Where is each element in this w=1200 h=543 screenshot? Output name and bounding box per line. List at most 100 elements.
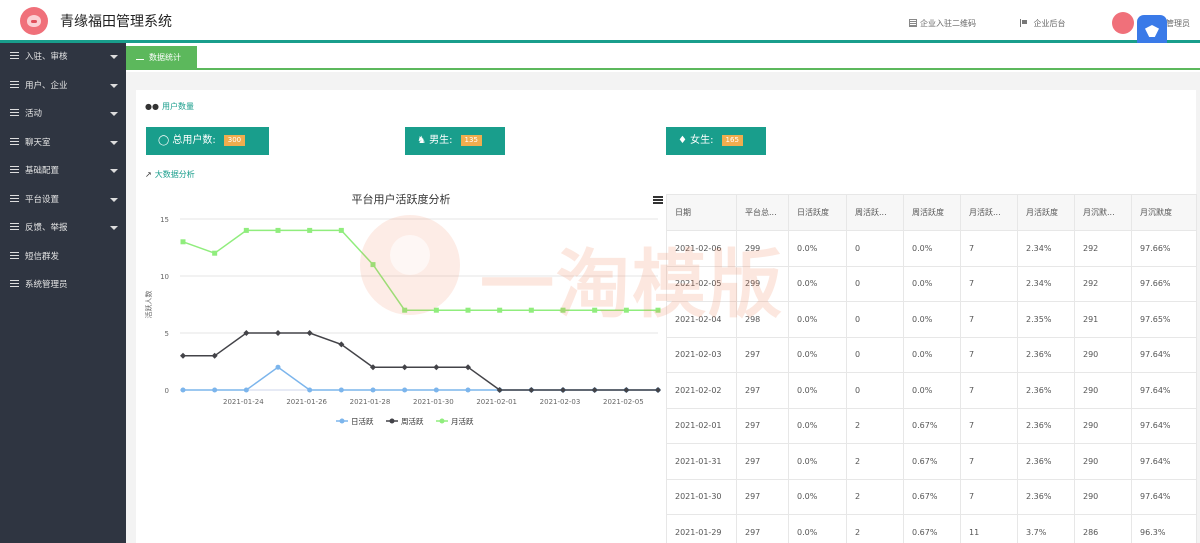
- table-cell: 2.36%: [1017, 407, 1075, 444]
- table-cell: 2.36%: [1017, 478, 1075, 515]
- table-cell: 298: [736, 301, 789, 338]
- data-point: [338, 387, 344, 393]
- table-cell: 0.0%: [788, 336, 847, 373]
- table-cell: 0.0%: [788, 514, 847, 543]
- series-line-0: [183, 366, 658, 391]
- activity-chart: 平台用户活跃度分析 0 5 10 15 2021-01-24 2021-01-26 2021…: [136, 186, 666, 543]
- table-cell: 0.67%: [903, 478, 961, 515]
- data-point: [370, 387, 376, 393]
- column-header[interactable]: 月活跃度: [1017, 194, 1075, 231]
- column-header[interactable]: 月沉默...: [1074, 194, 1132, 231]
- column-header[interactable]: 周活跃度: [903, 194, 961, 231]
- data-point: [243, 387, 249, 393]
- admin-avatar[interactable]: [1112, 12, 1134, 34]
- table-cell: 0.0%: [788, 265, 847, 302]
- table-cell: 7: [960, 230, 1018, 267]
- column-header[interactable]: 日活跃度: [788, 194, 847, 231]
- data-point: [212, 387, 218, 393]
- stat-total-users: ◯ 总用户数: 300: [146, 127, 269, 155]
- sidebar-item-2[interactable]: 活动: [0, 100, 126, 129]
- data-point: [433, 364, 440, 371]
- x-tick-label: 2021-01-30: [413, 398, 454, 406]
- legend-marker: [389, 418, 395, 424]
- series-line-2: [182, 229, 658, 311]
- table-cell: 2021-01-31: [666, 443, 737, 480]
- table-row: 2021-01-31 297 0.0% 2 0.67% 7 2.36% 290 97.64%: [666, 443, 1197, 480]
- chart-menu-icon[interactable]: [653, 196, 663, 204]
- table-cell: 7: [960, 478, 1018, 515]
- table-cell: 2: [846, 443, 904, 480]
- table-cell: 2021-02-05: [666, 265, 737, 302]
- x-tick-label: 2021-01-28: [350, 398, 391, 406]
- column-header[interactable]: 周活跃...: [846, 194, 904, 231]
- sidebar-item-4[interactable]: 基础配置: [0, 157, 126, 186]
- table-cell: 0.67%: [903, 514, 961, 543]
- sidebar-item-label: 用户、企业: [25, 80, 68, 91]
- caret-down-icon: [110, 197, 118, 202]
- sidebar-item-8[interactable]: 系统管理员: [0, 271, 126, 300]
- legend-marker: [439, 418, 445, 424]
- user-icon: ◯: [158, 135, 170, 146]
- sidebar-item-0[interactable]: 入驻、审核: [0, 43, 126, 72]
- column-header[interactable]: 月活跃...: [960, 194, 1018, 231]
- table-cell: 97.65%: [1131, 301, 1197, 338]
- caret-down-icon: [110, 83, 118, 88]
- table-cell: 0.0%: [788, 301, 847, 338]
- table-cell: 2.36%: [1017, 443, 1075, 480]
- table-cell: 2021-02-03: [666, 336, 737, 373]
- data-point: [560, 307, 566, 313]
- list-icon: [10, 194, 19, 202]
- table-cell: 0.0%: [788, 443, 847, 480]
- table-cell: 291: [1074, 301, 1132, 338]
- table-cell: 96.3%: [1131, 514, 1197, 543]
- sidebar-item-7[interactable]: 短信群发: [0, 243, 126, 272]
- sidebar-item-5[interactable]: 平台设置: [0, 186, 126, 215]
- sidebar: 入驻、审核用户、企业活动 聊天室基础配置平台设置 反馈、举报 短信群发系统管理员: [0, 43, 126, 543]
- qr-code-link[interactable]: 企业入驻二维码: [909, 18, 976, 29]
- stat-count: 300: [223, 135, 246, 146]
- table-cell: 7: [960, 336, 1018, 373]
- data-point: [180, 352, 186, 359]
- legend-marker: [339, 418, 345, 424]
- sidebar-item-label: 系统管理员: [25, 280, 68, 290]
- table-cell: 286: [1074, 514, 1132, 543]
- table-cell: 97.64%: [1131, 478, 1197, 515]
- caret-down-icon: [110, 112, 118, 116]
- column-header[interactable]: 平台总...: [736, 194, 789, 231]
- sidebar-item-label: 入驻、审核: [25, 52, 68, 62]
- admin-name[interactable]: 管理员: [1166, 18, 1190, 29]
- data-point: [433, 387, 439, 393]
- enterprise-backend-link[interactable]: 企业后台: [1020, 18, 1066, 29]
- pulse-icon: [136, 54, 144, 60]
- table-cell: 0.0%: [788, 478, 847, 515]
- sidebar-item-label: 基础配置: [25, 166, 60, 176]
- stat-count: 165: [721, 135, 743, 146]
- app-title: 青缘福田管理系统: [60, 14, 172, 30]
- male-icon: ♞: [417, 135, 426, 146]
- y-tick-label: 5: [165, 330, 169, 338]
- sidebar-item-1[interactable]: 用户、企业: [0, 72, 126, 101]
- data-point: [402, 387, 408, 393]
- data-point: [623, 387, 630, 393]
- data-point: [275, 330, 281, 336]
- table-cell: 0.0%: [903, 265, 961, 302]
- table-cell: 290: [1074, 443, 1132, 480]
- data-point: [306, 330, 313, 336]
- data-point: [243, 227, 249, 233]
- tab-data-statistics[interactable]: 数据统计: [126, 46, 197, 70]
- sidebar-item-3[interactable]: 聊天室: [0, 129, 126, 158]
- column-header[interactable]: 日期: [666, 194, 737, 231]
- sidebar-item-6[interactable]: 反馈、举报: [0, 214, 126, 243]
- table-cell: 0: [846, 372, 904, 409]
- data-point: [591, 387, 598, 393]
- column-header[interactable]: 月沉默度: [1131, 194, 1197, 231]
- table-cell: 2.36%: [1017, 336, 1075, 373]
- table-cell: 2021-02-06: [666, 230, 737, 267]
- app-logo: [20, 7, 48, 35]
- data-point: [433, 307, 439, 313]
- list-icon: [10, 80, 19, 88]
- qr-code-link-label: 企业入驻二维码: [920, 19, 976, 28]
- table-cell: 7: [960, 443, 1018, 480]
- main-content: ●● 用户数量 ◯ 总用户数: 300 ♞ 男生: 135 ♦ 女生: 165 ↗ 大数据…: [126, 72, 1200, 543]
- data-point: [275, 364, 281, 370]
